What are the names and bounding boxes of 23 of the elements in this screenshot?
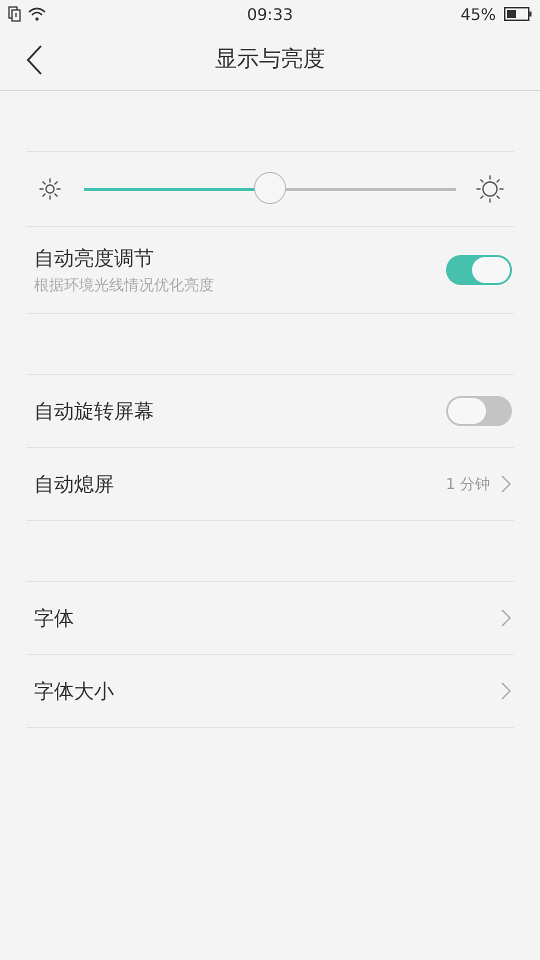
slider-thumb[interactable] xyxy=(254,172,286,204)
sim-icon xyxy=(8,6,22,22)
setting-label: 自动亮度调节 xyxy=(34,245,154,272)
battery-percent: 45% xyxy=(460,4,496,24)
chevron-icon xyxy=(500,474,512,494)
setting-label: 字体 xyxy=(34,604,74,632)
chevron-icon xyxy=(500,608,512,628)
setting-label: 自动旋转屏幕 xyxy=(34,398,154,424)
settings-row[interactable]: 自动熄屏 1 分钟 xyxy=(26,448,514,521)
wifi-icon xyxy=(28,7,46,21)
page-title: 显示与亮度 xyxy=(215,46,325,74)
bright-brightness-icon xyxy=(476,175,504,203)
setting-label: 字体大小 xyxy=(34,678,114,704)
setting-value: 1 分钟 xyxy=(446,474,490,494)
setting-label: 自动熄屏 xyxy=(34,470,114,498)
toggle-switch[interactable] xyxy=(446,255,512,285)
setting-description: 根据环境光线情况优化亮度 xyxy=(34,276,214,295)
chevron-icon xyxy=(500,681,512,701)
clock-time: 09:33 xyxy=(246,4,294,24)
settings-row[interactable]: 字体大小 xyxy=(26,655,514,728)
battery-icon xyxy=(504,7,532,21)
settings-row[interactable]: 字体 xyxy=(26,582,514,655)
toggle-switch[interactable] xyxy=(446,396,512,426)
